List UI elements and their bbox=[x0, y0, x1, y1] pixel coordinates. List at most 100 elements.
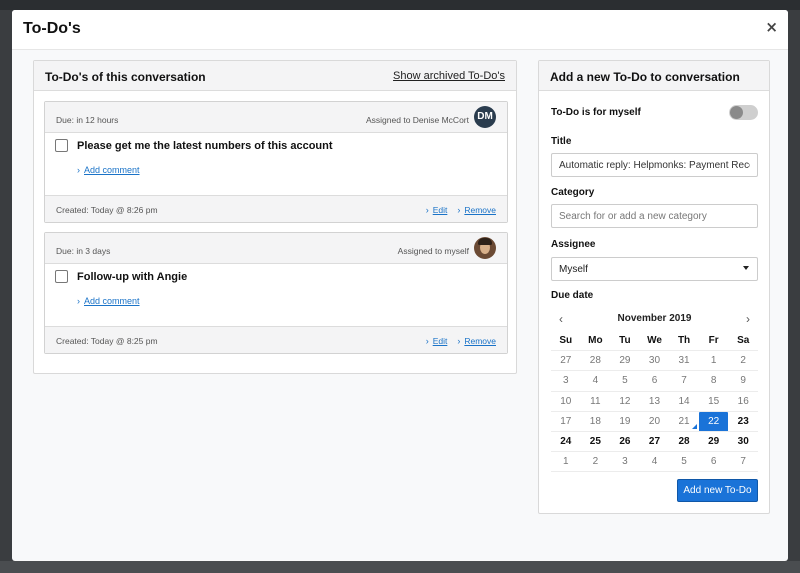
calendar-day[interactable]: 30 bbox=[728, 432, 758, 453]
calendar-day[interactable]: 5 bbox=[610, 371, 640, 392]
avatar: DM bbox=[474, 106, 496, 128]
weekday-label: Th bbox=[669, 331, 699, 352]
title-input[interactable] bbox=[551, 153, 758, 177]
calendar-day[interactable]: 7 bbox=[669, 371, 699, 392]
chevron-right-icon: › bbox=[457, 205, 461, 215]
calendar-day[interactable]: 30 bbox=[639, 351, 670, 372]
todo-text: Please get me the latest numbers of this… bbox=[77, 140, 333, 152]
avatar bbox=[474, 237, 496, 259]
caret-down-icon bbox=[743, 266, 749, 270]
remove-link[interactable]: Remove bbox=[464, 205, 496, 215]
calendar-day[interactable]: 27 bbox=[551, 351, 581, 372]
chevron-right-icon: › bbox=[425, 205, 429, 215]
card-actions: › Edit › Remove bbox=[426, 205, 496, 215]
calendar-day[interactable]: 24 bbox=[551, 432, 581, 453]
chevron-right-icon: › bbox=[425, 336, 429, 346]
calendar-day[interactable]: 29 bbox=[698, 432, 729, 453]
add-comment-link[interactable]: › Add comment bbox=[77, 296, 140, 306]
calendar-day[interactable]: 11 bbox=[580, 392, 611, 412]
calendar-day[interactable]: 19 bbox=[610, 412, 640, 432]
calendar-day[interactable]: 1 bbox=[698, 351, 729, 372]
calendar-day[interactable]: 18 bbox=[580, 412, 611, 432]
calendar-day[interactable]: 7 bbox=[728, 452, 758, 473]
calendar-day-selected[interactable]: 22 bbox=[698, 411, 729, 432]
calendar-day[interactable]: 15 bbox=[698, 392, 729, 412]
todo-checkbox[interactable] bbox=[55, 270, 68, 283]
created-label: Created: Today @ 8:25 pm bbox=[56, 336, 158, 346]
calendar-day[interactable]: 3 bbox=[551, 371, 581, 392]
date-picker: ‹ November 2019 › Su Mo Tu We Th Fr Sa 27 28 29 30… bbox=[551, 309, 758, 473]
assignee-value: Myself bbox=[559, 264, 588, 275]
category-input[interactable] bbox=[551, 204, 758, 228]
calendar-day[interactable]: 5 bbox=[669, 452, 699, 473]
calendar-day[interactable]: 8 bbox=[698, 371, 729, 392]
weekday-label: Tu bbox=[610, 331, 640, 352]
due-date-label: Due date bbox=[551, 290, 594, 301]
due-label: Due: in 3 days bbox=[56, 246, 111, 256]
weekday-label: Sa bbox=[728, 331, 758, 352]
close-icon[interactable]: × bbox=[765, 18, 778, 36]
calendar-day[interactable]: 3 bbox=[610, 452, 640, 473]
title-label: Title bbox=[551, 136, 572, 147]
show-archived-link[interactable]: Show archived To-Do's bbox=[393, 70, 505, 82]
category-label: Category bbox=[551, 187, 595, 198]
calendar-day[interactable]: 16 bbox=[728, 392, 758, 412]
calendar-day[interactable]: 20 bbox=[639, 412, 670, 432]
remove-link[interactable]: Remove bbox=[464, 336, 496, 346]
calendar-day[interactable]: 26 bbox=[610, 432, 640, 453]
todo-list-header: To-Do's of this conversation Show archiv… bbox=[34, 61, 516, 91]
modal-title: To-Do's bbox=[23, 20, 81, 37]
calendar-day[interactable]: 31 bbox=[669, 351, 699, 372]
assignee-select[interactable]: Myself bbox=[551, 257, 758, 281]
calendar-day[interactable]: 28 bbox=[580, 351, 611, 372]
weekday-label: Mo bbox=[580, 331, 611, 352]
calendar-month: November 2019 bbox=[617, 313, 692, 324]
assignee-label: Assignee bbox=[551, 239, 596, 250]
calendar-day[interactable]: 25 bbox=[580, 432, 611, 453]
todo-list-panel: To-Do's of this conversation Show archiv… bbox=[33, 60, 517, 374]
created-label: Created: Today @ 8:26 pm bbox=[56, 205, 158, 215]
edit-link[interactable]: Edit bbox=[433, 336, 448, 346]
weekday-label: We bbox=[639, 331, 670, 352]
calendar-day[interactable]: 29 bbox=[610, 351, 640, 372]
chevron-right-icon: › bbox=[77, 165, 80, 175]
chevron-right-icon: › bbox=[77, 296, 80, 306]
calendar-day[interactable]: 17 bbox=[551, 412, 581, 432]
todo-modal: To-Do's × To-Do's of this conversation S… bbox=[12, 10, 788, 561]
due-label: Due: in 12 hours bbox=[56, 115, 119, 125]
calendar-day[interactable]: 12 bbox=[610, 392, 640, 412]
todo-checkbox[interactable] bbox=[55, 139, 68, 152]
calendar-day[interactable]: 23 bbox=[728, 412, 758, 432]
calendar-day[interactable]: 1 bbox=[551, 452, 581, 473]
calendar-day[interactable]: 14 bbox=[669, 392, 699, 412]
calendar-day[interactable]: 13 bbox=[639, 392, 670, 412]
calendar-day[interactable]: 6 bbox=[698, 452, 729, 473]
calendar-day[interactable]: 21 bbox=[669, 412, 699, 432]
calendar-day[interactable]: 4 bbox=[639, 452, 670, 473]
assigned-label: Assigned to Denise McCort bbox=[366, 115, 469, 125]
add-todo-button[interactable]: Add new To-Do bbox=[677, 479, 758, 502]
card-actions: › Edit › Remove bbox=[426, 336, 496, 346]
myself-label: To-Do is for myself bbox=[551, 107, 641, 118]
calendar-day[interactable]: 2 bbox=[580, 452, 611, 473]
todo-card: Due: in 3 days Assigned to myself Follow… bbox=[44, 232, 508, 354]
background-app-footer bbox=[0, 561, 800, 573]
calendar-day[interactable]: 27 bbox=[639, 432, 670, 453]
edit-link[interactable]: Edit bbox=[433, 205, 448, 215]
todo-text: Follow-up with Angie bbox=[77, 271, 188, 283]
chevron-right-icon[interactable]: › bbox=[746, 312, 750, 326]
calendar-header: ‹ November 2019 › bbox=[551, 309, 758, 331]
myself-toggle[interactable] bbox=[729, 105, 758, 120]
toggle-knob bbox=[730, 106, 743, 119]
calendar-day[interactable]: 6 bbox=[639, 371, 670, 392]
add-comment-link[interactable]: › Add comment bbox=[77, 165, 140, 175]
new-todo-title: Add a new To-Do to conversation bbox=[550, 70, 740, 84]
calendar-day[interactable]: 9 bbox=[728, 371, 758, 392]
todo-list-title: To-Do's of this conversation bbox=[45, 70, 206, 84]
calendar-day[interactable]: 28 bbox=[669, 432, 699, 453]
calendar-day[interactable]: 10 bbox=[551, 392, 581, 412]
calendar-grid: Su Mo Tu We Th Fr Sa 27 28 29 30 31 1 2 3 4 5 6 7 8 9 10 11 12 1… bbox=[551, 331, 758, 473]
weekday-label: Su bbox=[551, 331, 581, 352]
calendar-day[interactable]: 4 bbox=[580, 371, 611, 392]
calendar-day[interactable]: 2 bbox=[728, 351, 758, 372]
